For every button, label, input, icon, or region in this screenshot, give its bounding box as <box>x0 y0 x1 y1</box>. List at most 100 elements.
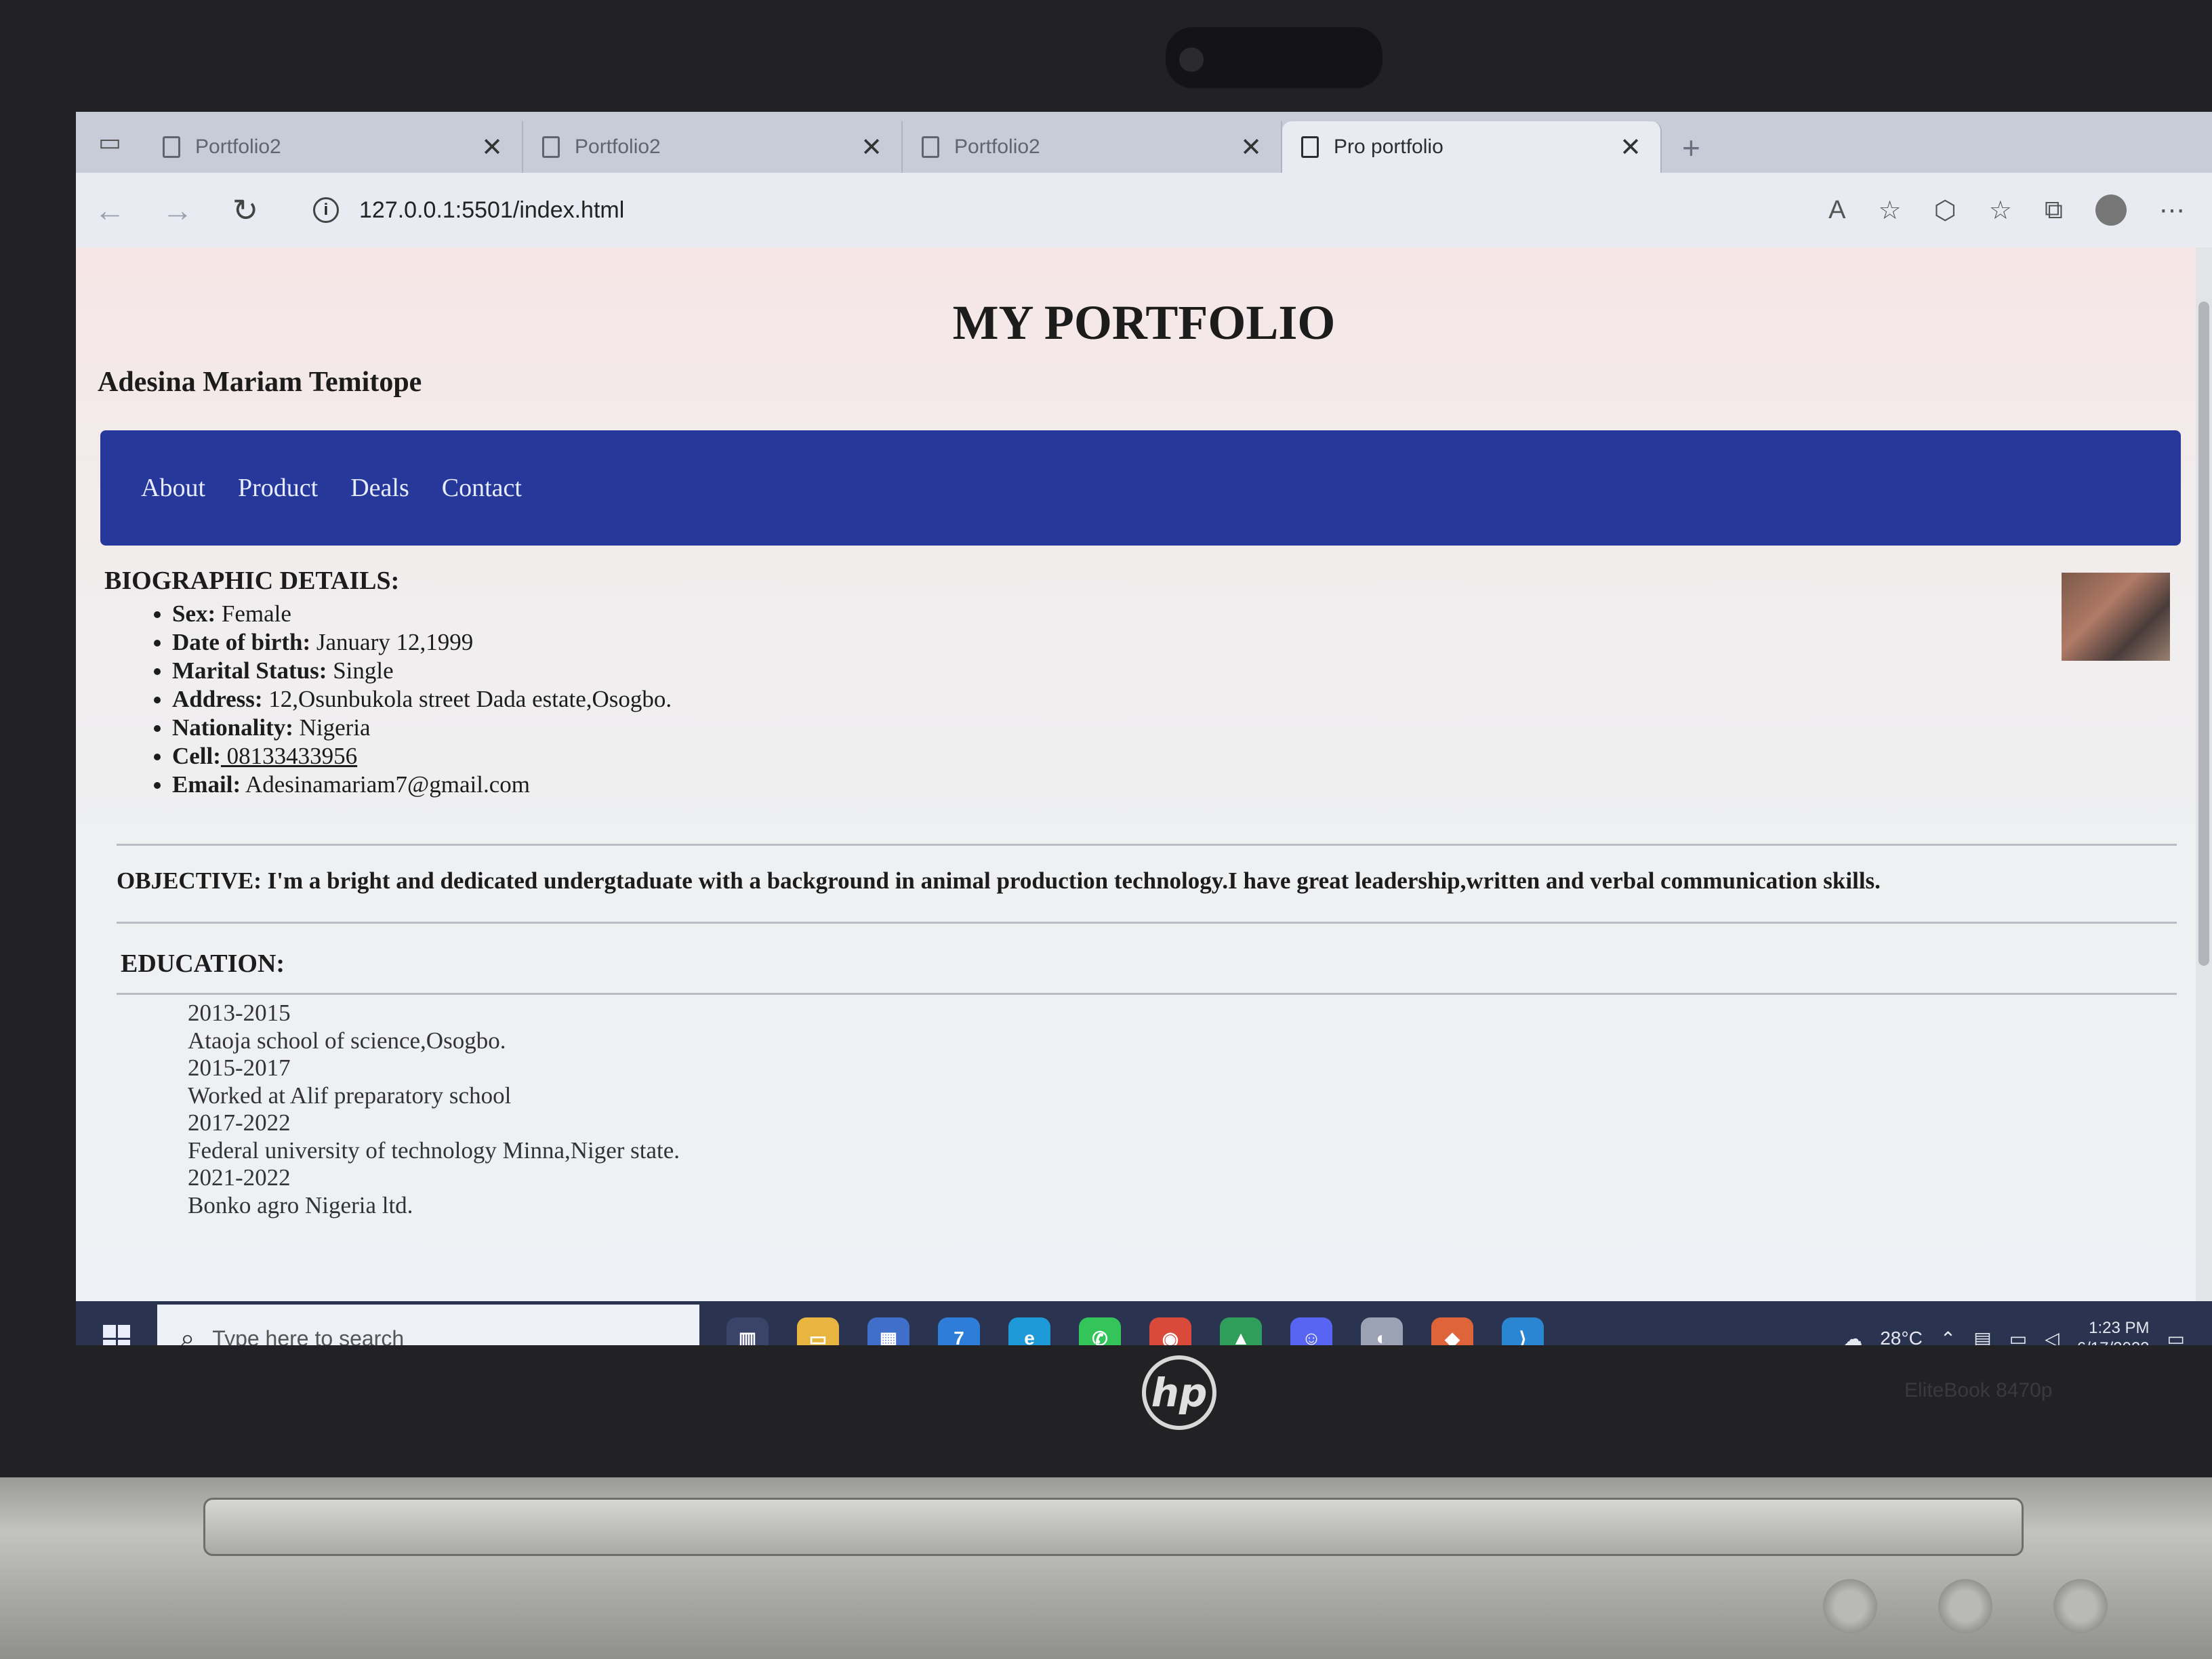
bio-value: 12,Osunbukola street Dada estate,Osogbo. <box>262 686 672 712</box>
favorite-star-icon[interactable]: ☆ <box>1879 195 1902 226</box>
task-view-icon[interactable]: ▥ <box>726 1317 769 1345</box>
person-name: Adesina Mariam Temitope <box>98 367 422 398</box>
file-explorer-icon[interactable]: ▭ <box>797 1317 839 1345</box>
education-line: Federal university of technology Minna,N… <box>188 1136 680 1164</box>
cell-phone-link[interactable]: 08133433956 <box>221 743 358 769</box>
nav-link-product[interactable]: Product <box>238 473 318 503</box>
laptop-bezel: ▭ Portfolio2 ✕ Portfolio2 ✕ Portfolio2 ✕… <box>0 0 2212 1477</box>
chevron-up-icon[interactable]: ⌃ <box>1940 1328 1956 1346</box>
tab-label: Portfolio2 <box>954 136 1040 158</box>
back-arrow-icon[interactable]: ← <box>76 192 144 228</box>
page-scrollbar[interactable] <box>2196 247 2212 1301</box>
tab-label: Portfolio2 <box>195 136 281 158</box>
bio-value: Adesinamariam7@gmail.com <box>241 771 530 798</box>
hinge-bar <box>203 1498 2024 1556</box>
close-tab-icon[interactable]: ✕ <box>1240 132 1262 163</box>
divider <box>117 993 2177 995</box>
divider <box>117 922 2177 924</box>
bio-item: Nationality: Nigeria <box>172 714 672 742</box>
power-button[interactable] <box>1823 1579 1877 1633</box>
tab-strip: ▭ Portfolio2 ✕ Portfolio2 ✕ Portfolio2 ✕… <box>76 112 2212 173</box>
nav-link-deals[interactable]: Deals <box>350 473 409 503</box>
volume-icon[interactable]: ◁ <box>2045 1328 2060 1346</box>
tab-portfolio2-3[interactable]: Portfolio2 ✕ <box>903 121 1282 173</box>
windows-taskbar: ⌕ Type here to search ▥ ▭ ▦ 7 e ✆ ◉ ▲ ☺ … <box>76 1301 2212 1345</box>
laptop-model-label: EliteBook 8470p <box>1904 1379 2053 1401</box>
whatsapp-icon[interactable]: ✆ <box>1079 1317 1121 1345</box>
wireless-button[interactable] <box>1938 1579 1992 1633</box>
more-menu-icon[interactable]: ⋯ <box>2159 195 2185 226</box>
education-line: Bonko agro Nigeria ltd. <box>188 1191 413 1218</box>
favorites-icon[interactable]: ☆ <box>1989 195 2012 226</box>
notifications-icon[interactable]: ▭ <box>2167 1328 2185 1346</box>
tab-portfolio2-2[interactable]: Portfolio2 ✕ <box>523 121 903 173</box>
edge-browser-icon[interactable]: e <box>1008 1317 1050 1345</box>
education-line: 2015-2017 <box>188 1054 291 1081</box>
nav-link-about[interactable]: About <box>141 473 205 503</box>
education-line: 2013-2015 <box>188 1000 291 1026</box>
close-tab-icon[interactable]: ✕ <box>1620 132 1641 163</box>
profile-avatar[interactable] <box>2095 194 2127 226</box>
bio-item: Email: Adesinamariam7@gmail.com <box>172 771 672 799</box>
read-aloud-icon[interactable]: A <box>1828 196 1845 225</box>
mail-icon[interactable]: 7 <box>938 1317 980 1345</box>
network-icon[interactable]: ▤ <box>1973 1328 1991 1346</box>
close-tab-icon[interactable]: ✕ <box>481 132 503 163</box>
weather-temp[interactable]: 28°C <box>1880 1328 1923 1345</box>
mute-button[interactable] <box>2053 1579 2108 1633</box>
windows-logo-icon <box>103 1325 130 1345</box>
clock-date: 6/17/2022 <box>2077 1338 2150 1345</box>
clock[interactable]: 1:23 PM 6/17/2022 <box>2077 1318 2150 1345</box>
new-tab-icon[interactable]: + <box>1662 129 1721 173</box>
education-line: 2017-2022 <box>188 1109 291 1136</box>
nav-link-contact[interactable]: Contact <box>442 473 522 503</box>
document-icon <box>1301 136 1319 158</box>
bio-heading: BIOGRAPHIC DETAILS: <box>104 567 400 595</box>
bio-item: Address: 12,Osunbukola street Dada estat… <box>172 685 672 714</box>
reload-icon[interactable]: ↻ <box>211 192 279 228</box>
hp-logo: hp <box>1142 1355 1216 1430</box>
bio-item: Marital Status: Single <box>172 657 672 685</box>
extensions-icon[interactable]: ⬡ <box>1934 195 1957 226</box>
weather-icon[interactable]: ☁ <box>1843 1328 1862 1346</box>
bio-value: January 12,1999 <box>310 629 474 655</box>
tab-pro-portfolio[interactable]: Pro portfolio ✕ <box>1282 121 1662 173</box>
start-button[interactable] <box>76 1325 157 1345</box>
education-line: 2021-2022 <box>188 1164 291 1191</box>
search-icon: ⌕ <box>180 1324 195 1346</box>
tab-actions-icon[interactable]: ▭ <box>76 112 144 173</box>
tab-portfolio2-1[interactable]: Portfolio2 ✕ <box>144 121 523 173</box>
divider <box>117 844 2177 846</box>
clock-time: 1:23 PM <box>2089 1319 2150 1337</box>
bio-value: Female <box>216 600 291 627</box>
url-text: 127.0.0.1:5501/index.html <box>359 197 625 223</box>
education-line: Ataoja school of science,Osogbo. <box>188 1027 506 1054</box>
bio-label: Marital Status: <box>172 657 327 684</box>
education-heading: EDUCATION: <box>121 949 285 978</box>
document-icon <box>922 136 939 158</box>
site-navbar: About Product Deals Contact <box>100 430 2181 546</box>
discord-icon[interactable]: ☺ <box>1290 1317 1332 1345</box>
google-drive-icon[interactable]: ▲ <box>1220 1317 1262 1345</box>
app-icon[interactable]: ◐ <box>1361 1317 1403 1345</box>
webcam-lens <box>1179 47 1204 72</box>
info-icon[interactable]: i <box>313 197 339 223</box>
toolbar-icons: A ☆ ⬡ ☆ ⧉ ⋯ <box>1828 194 2212 226</box>
laptop-hinge <box>0 1477 2212 1659</box>
bio-item: Cell: 08133433956 <box>172 742 672 771</box>
forward-arrow-icon[interactable]: → <box>144 192 211 228</box>
vscode-icon[interactable]: ⟩ <box>1502 1317 1544 1345</box>
battery-icon[interactable]: ▭ <box>2009 1328 2027 1346</box>
store-icon[interactable]: ▦ <box>867 1317 909 1345</box>
git-icon[interactable]: ◆ <box>1431 1317 1473 1345</box>
chrome-icon[interactable]: ◉ <box>1149 1317 1191 1345</box>
document-icon <box>542 136 560 158</box>
bio-value: Nigeria <box>293 714 371 741</box>
address-bar[interactable]: i 127.0.0.1:5501/index.html <box>300 186 1587 234</box>
collections-icon[interactable]: ⧉ <box>2045 196 2063 225</box>
taskbar-search[interactable]: ⌕ Type here to search <box>157 1305 699 1345</box>
scrollbar-thumb[interactable] <box>2198 302 2209 966</box>
bio-label: Nationality: <box>172 714 293 741</box>
close-tab-icon[interactable]: ✕ <box>861 132 882 163</box>
bio-value: Single <box>327 657 394 684</box>
